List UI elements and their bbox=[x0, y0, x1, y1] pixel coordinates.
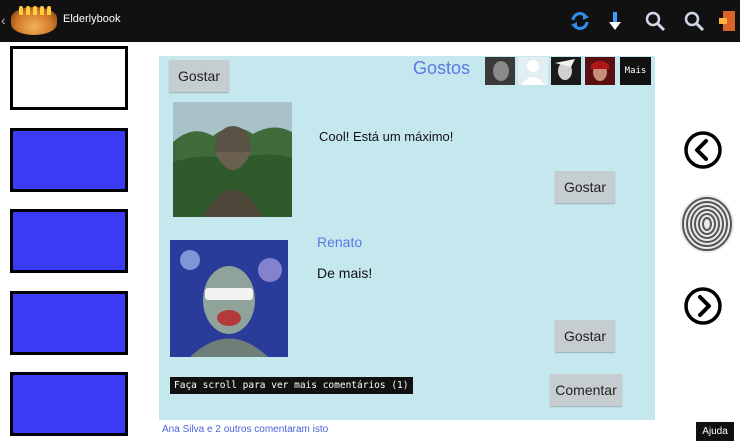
comments-summary[interactable]: Ana Silva e 2 outros comentaram isto bbox=[162, 424, 328, 435]
comment-text: Cool! Está um máximo! bbox=[319, 129, 454, 144]
action-bar: ‹ Elderlybook bbox=[0, 0, 740, 42]
liker-avatar[interactable] bbox=[485, 57, 515, 85]
next-arrow-icon[interactable] bbox=[683, 286, 723, 326]
download-icon[interactable] bbox=[603, 9, 627, 33]
left-column bbox=[0, 42, 140, 441]
comment-button[interactable]: Comentar bbox=[550, 374, 622, 406]
like-post-button[interactable]: Gostar bbox=[169, 60, 229, 92]
liker-avatar[interactable] bbox=[585, 57, 615, 85]
comment-author[interactable]: Renato bbox=[317, 234, 362, 250]
previous-arrow-icon[interactable] bbox=[683, 130, 723, 170]
zoom-in-icon[interactable] bbox=[643, 9, 667, 33]
contact-tile[interactable] bbox=[10, 372, 128, 436]
contact-tile[interactable] bbox=[10, 128, 128, 192]
more-likers-button[interactable]: Mais bbox=[620, 57, 651, 85]
liker-avatar[interactable] bbox=[551, 57, 581, 85]
zoom-out-icon[interactable] bbox=[682, 9, 706, 33]
comment-photo bbox=[170, 240, 288, 357]
app-logo-icon[interactable] bbox=[11, 6, 57, 35]
likes-title: Gostos bbox=[413, 58, 471, 78]
back-chevron-icon[interactable]: ‹ bbox=[1, 12, 6, 28]
help-button[interactable]: Ajuda bbox=[696, 422, 734, 441]
app-title: Elderlybook bbox=[63, 13, 121, 25]
refresh-icon[interactable] bbox=[568, 9, 592, 33]
contact-tile[interactable] bbox=[10, 291, 128, 355]
like-comment-button[interactable]: Gostar bbox=[555, 320, 615, 352]
liker-avatar-placeholder[interactable] bbox=[518, 57, 548, 85]
exit-icon[interactable] bbox=[716, 9, 740, 33]
fingerprint-icon[interactable] bbox=[677, 193, 737, 255]
contact-tile[interactable] bbox=[10, 209, 128, 273]
contact-tile[interactable] bbox=[10, 46, 128, 110]
comment-text: De mais! bbox=[317, 265, 373, 281]
scroll-hint: Faça scroll para ver mais comentários (1… bbox=[170, 377, 413, 394]
comment-photo bbox=[173, 102, 292, 217]
like-comment-button[interactable]: Gostar bbox=[555, 171, 615, 203]
